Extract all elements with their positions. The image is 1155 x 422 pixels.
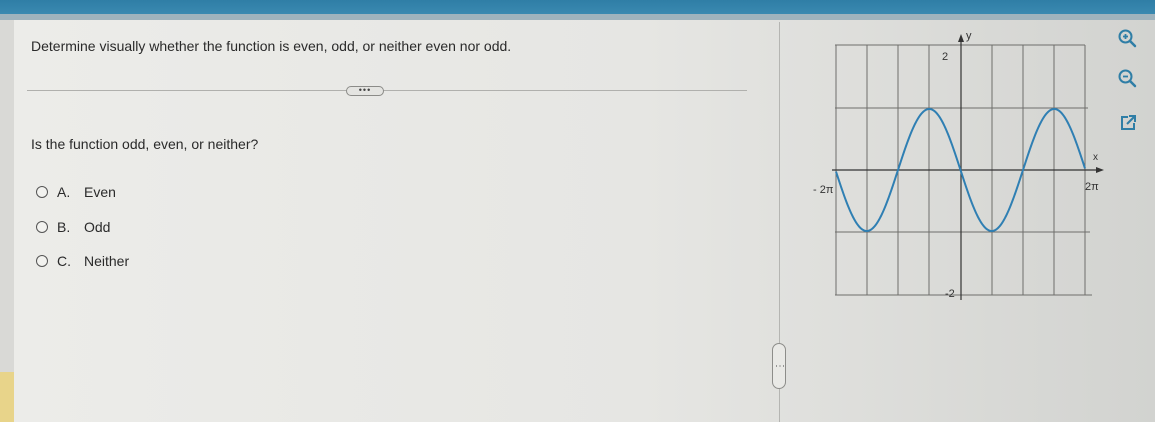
- function-graph: y x 2 -2 - 2π 2π: [813, 30, 1104, 300]
- zoom-out-icon[interactable]: [1117, 68, 1137, 88]
- x-axis-label: x: [1093, 152, 1098, 163]
- x-axis-arrow: [1096, 167, 1104, 173]
- y-axis-label: y: [966, 30, 972, 42]
- x-max-label: 2π: [1085, 181, 1099, 193]
- y-max-label: 2: [942, 51, 948, 63]
- open-external-icon[interactable]: [1118, 113, 1138, 133]
- zoom-in-icon[interactable]: [1117, 28, 1137, 48]
- y-axis-arrow: [958, 34, 964, 42]
- x-min-label: - 2π: [813, 184, 834, 196]
- y-min-label: -2: [945, 288, 955, 300]
